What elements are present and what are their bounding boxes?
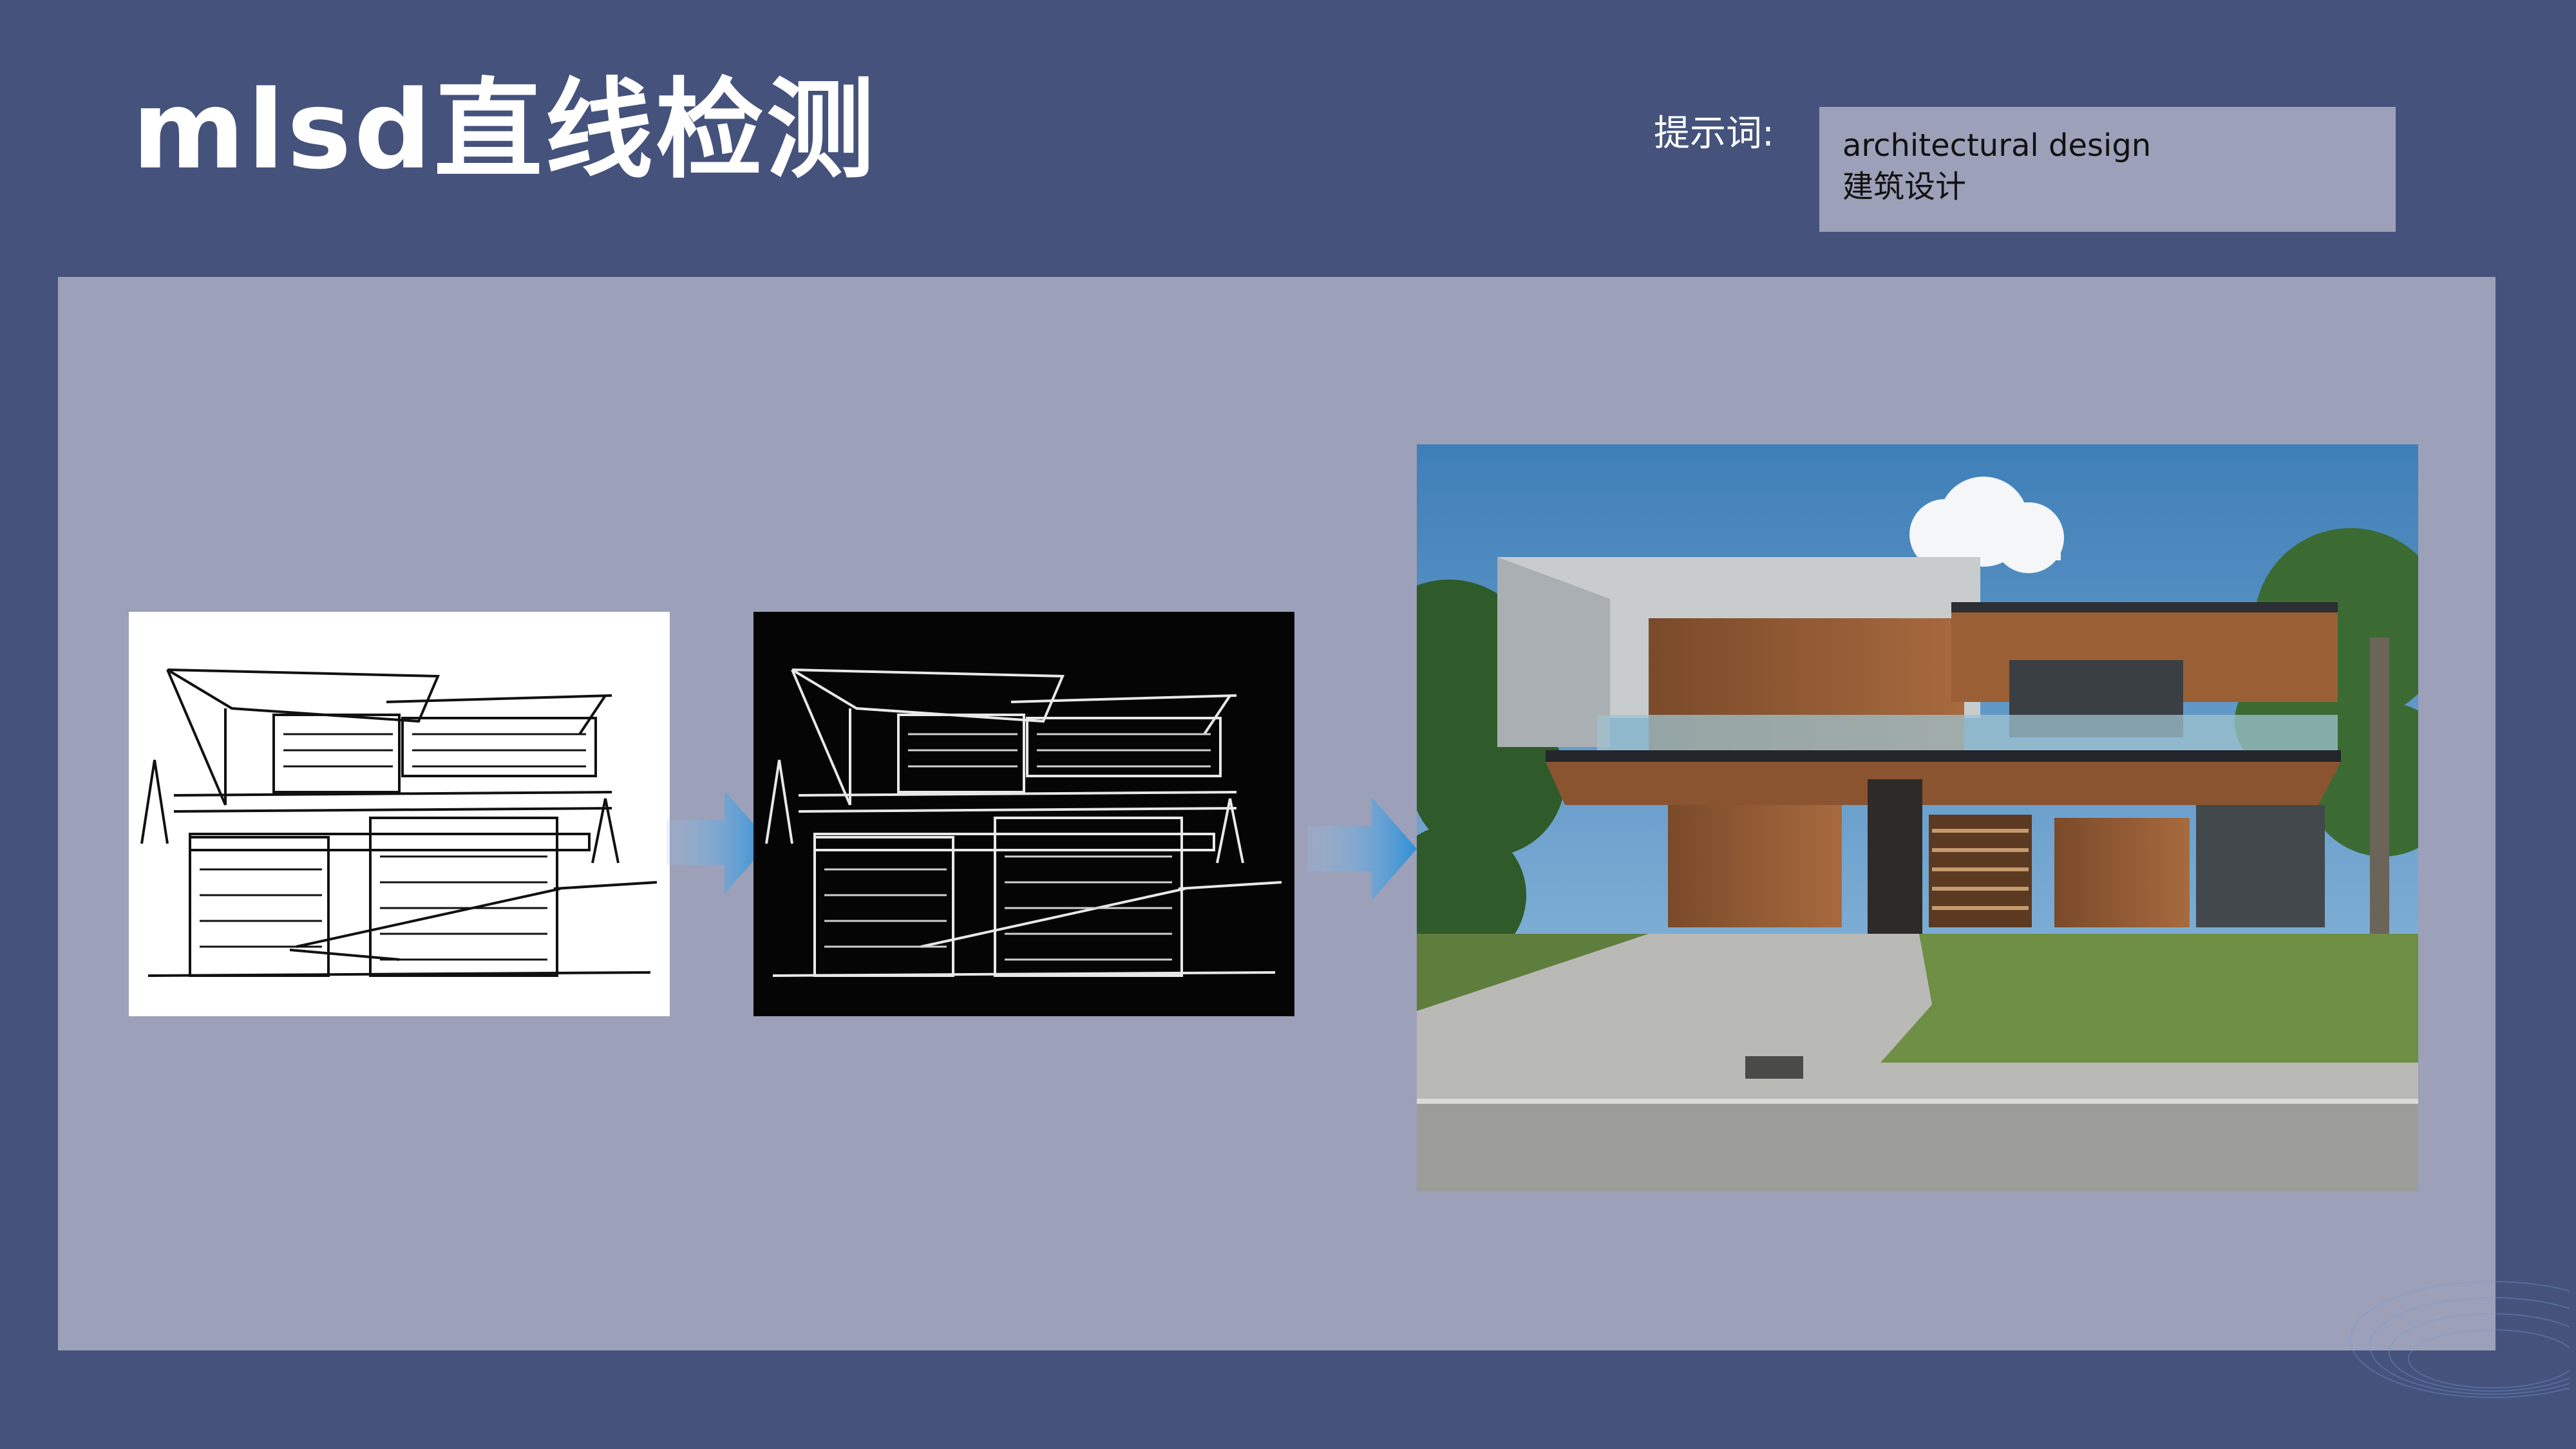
prompt-label: 提示词: (1654, 113, 1774, 155)
prompt-chinese: 建筑设计 (1842, 169, 1967, 205)
mlsd-drawing (753, 612, 1294, 1016)
mlsd-line-image (753, 612, 1294, 1016)
arrow-right-icon (1307, 797, 1417, 903)
prompt-box: architectural design 建筑设计 (1819, 107, 2396, 232)
decorative-swirl (2299, 1236, 2576, 1445)
page-title: mlsd直线检测 (132, 67, 877, 193)
rendered-house-image (1417, 444, 2418, 1191)
prompt-english: architectural design (1842, 128, 2152, 164)
house-render (1417, 444, 2418, 1191)
sketch-drawing (129, 612, 670, 1016)
sketch-image (129, 612, 670, 1016)
